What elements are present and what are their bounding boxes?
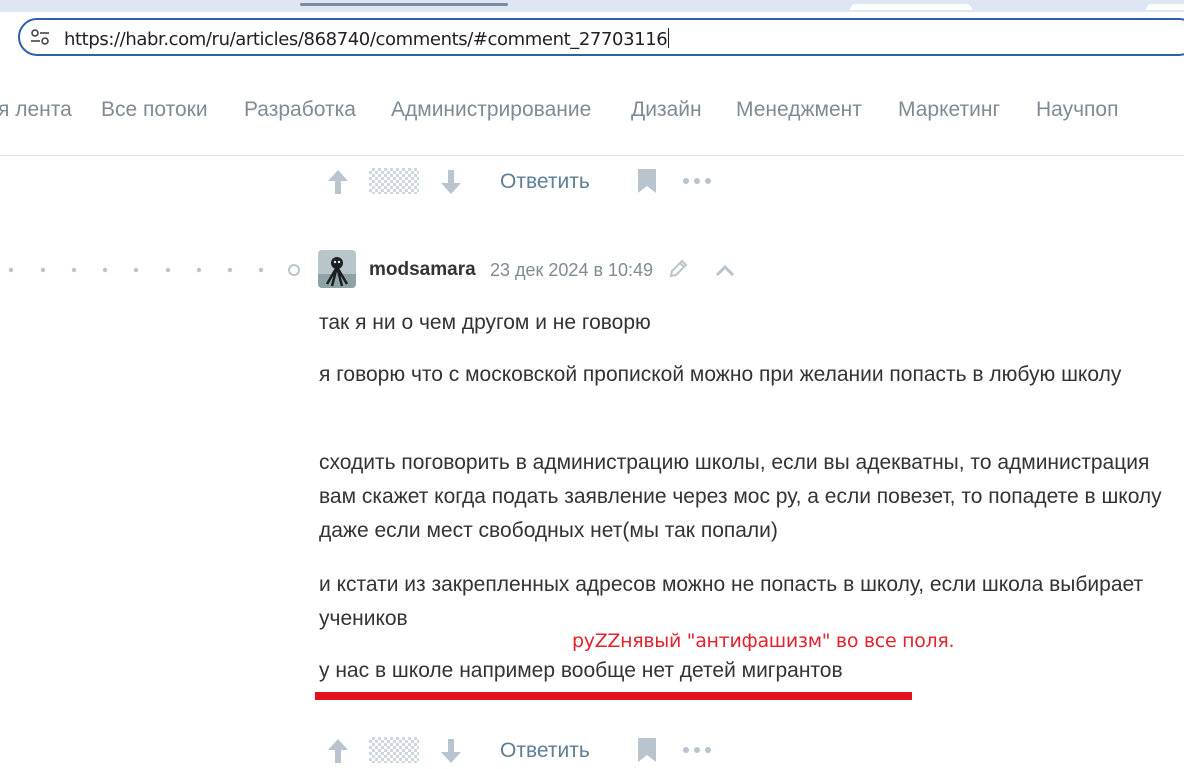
- pencil-icon: [669, 259, 688, 278]
- reply-button[interactable]: Ответить: [500, 170, 590, 194]
- tune-icon[interactable]: [30, 28, 50, 46]
- nav-item-administration[interactable]: Администрирование: [391, 98, 591, 122]
- nav-item-feed[interactable]: я лента: [0, 98, 72, 122]
- nav-item-marketing[interactable]: Маркетинг: [898, 98, 1000, 122]
- comment-actions: Ответить: [326, 733, 726, 767]
- arrow-up-icon[interactable]: [326, 737, 350, 765]
- arrow-down-icon[interactable]: [439, 168, 463, 196]
- comment-timestamp[interactable]: 23 дек 2024 в 10:49: [490, 260, 653, 281]
- more-dots-icon[interactable]: [682, 746, 712, 754]
- comment-paragraph: так я ни о чем другом и не говорю: [319, 311, 651, 334]
- arrow-up-icon[interactable]: [326, 168, 350, 196]
- nav-item-management[interactable]: Менеджмент: [736, 98, 862, 122]
- comment-paragraph: я говорю что с московской пропиской можн…: [319, 363, 1122, 386]
- thread-depth-indicator: [8, 264, 300, 276]
- bookmark-icon[interactable]: [636, 737, 658, 763]
- url-field[interactable]: https://habr.com/ru/articles/868740/comm…: [64, 28, 670, 50]
- tab-indicator: [300, 3, 508, 6]
- annotation-underline: [315, 692, 912, 700]
- comment-paragraph: у нас в школе например вообще нет детей …: [319, 659, 843, 682]
- arrow-down-icon[interactable]: [439, 737, 463, 765]
- comment-paragraph: сходить поговорить в администрацию школы…: [319, 451, 1162, 542]
- avatar[interactable]: [318, 250, 356, 288]
- nav-item-development[interactable]: Разработка: [244, 98, 356, 122]
- bookmark-icon[interactable]: [636, 168, 658, 194]
- address-bar[interactable]: https://habr.com/ru/articles/868740/comm…: [18, 18, 1184, 56]
- nav-item-popsci[interactable]: Научпоп: [1036, 98, 1118, 122]
- reply-button[interactable]: Ответить: [500, 739, 590, 763]
- comment-paragraph: и кстати из закрепленных адресов можно н…: [319, 573, 1144, 630]
- vote-score-hidden: [369, 737, 419, 763]
- text-caret: [668, 28, 670, 48]
- more-dots-icon[interactable]: [682, 177, 712, 185]
- comment-author[interactable]: modsamara: [369, 259, 476, 281]
- nav-item-design[interactable]: Дизайн: [631, 98, 702, 122]
- browser-toolbar: https://habr.com/ru/articles/868740/comm…: [0, 12, 1184, 67]
- annotation-text: руZZнявый "антифашизм" во все поля.: [572, 630, 955, 652]
- browser-tab[interactable]: [850, 4, 972, 10]
- vote-score-hidden: [369, 168, 419, 194]
- chevron-up-icon[interactable]: [714, 262, 736, 278]
- browser-tab[interactable]: [1146, 4, 1184, 10]
- site-nav: я лента Все потоки Разработка Администри…: [0, 66, 1184, 156]
- browser-tabstrip: [0, 0, 1184, 12]
- nav-item-all-flows[interactable]: Все потоки: [101, 98, 208, 122]
- comment-actions-previous: Ответить: [326, 164, 726, 198]
